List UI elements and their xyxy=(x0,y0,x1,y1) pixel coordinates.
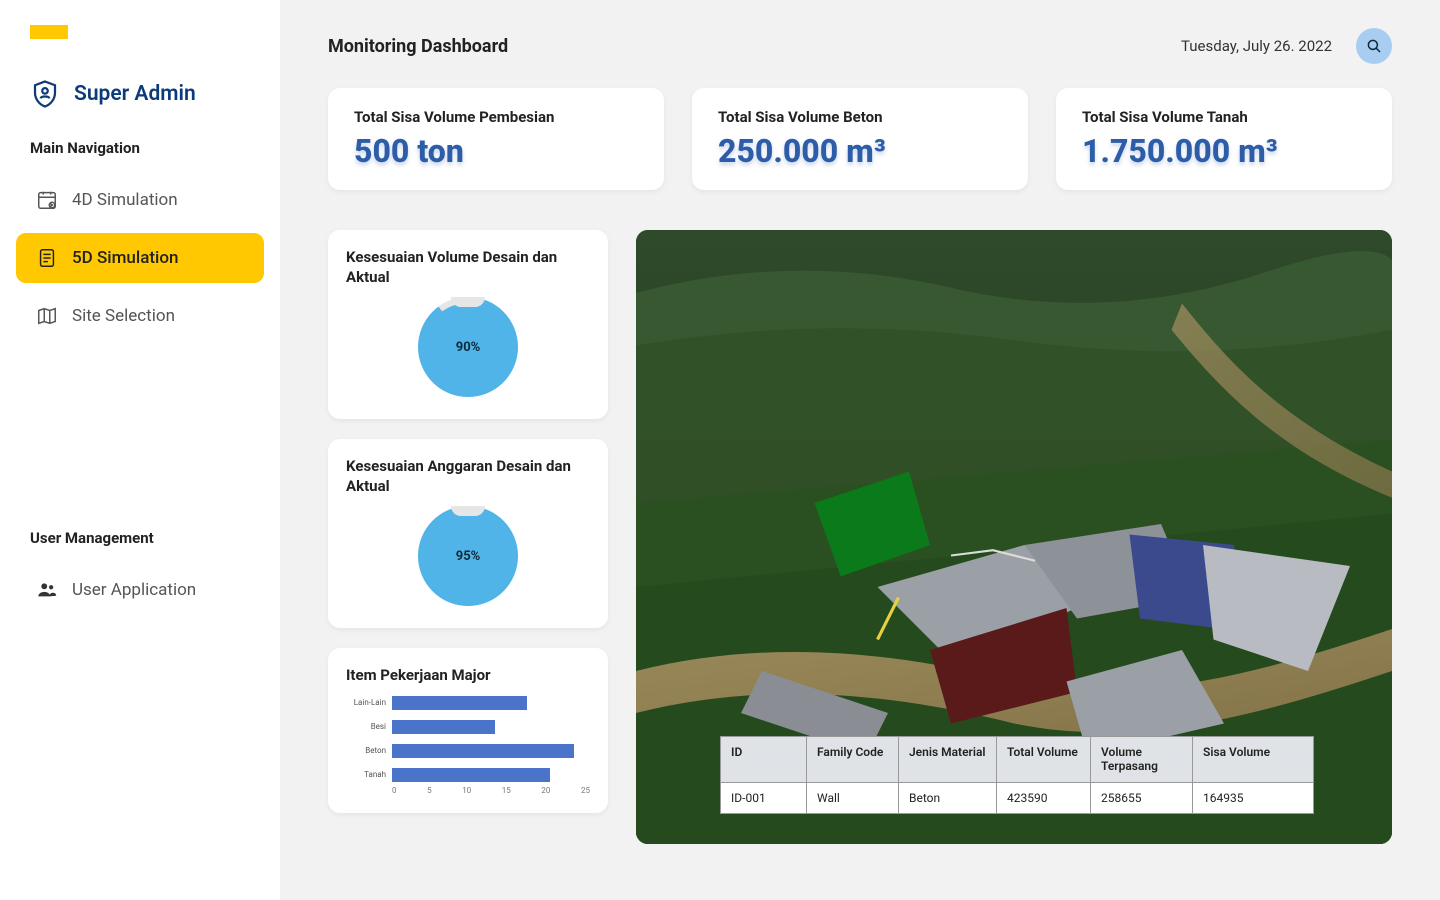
bar-row: Besi xyxy=(346,720,590,734)
bar-track xyxy=(392,696,590,710)
nav-section-main-header: Main Navigation xyxy=(0,139,280,157)
users-icon xyxy=(36,579,58,601)
document-stack-icon xyxy=(36,247,58,269)
bar-category-label: Beton xyxy=(346,746,386,755)
th-jenis-material: Jenis Material xyxy=(899,737,997,783)
axis-tick: 25 xyxy=(581,786,590,795)
axis-tick: 20 xyxy=(541,786,550,795)
sidebar-item-site-selection[interactable]: Site Selection xyxy=(16,291,264,341)
bar-fill xyxy=(392,720,495,734)
search-button[interactable] xyxy=(1356,28,1392,64)
bar-chart-card: Item Pekerjaan Major Lain-Lain Besi Beton T… xyxy=(328,648,608,813)
th-sisa-volume: Sisa Volume xyxy=(1193,737,1313,783)
gauge-anggaran: 95% xyxy=(418,506,518,606)
th-total-volume: Total Volume xyxy=(997,737,1091,783)
gauge-volume: 90% xyxy=(418,297,518,397)
search-icon xyxy=(1365,37,1383,55)
table-header-row: ID Family Code Jenis Material Total Volu… xyxy=(721,737,1313,783)
sidebar-item-4d-simulation[interactable]: 4D Simulation xyxy=(16,175,264,225)
axis-tick: 15 xyxy=(502,786,511,795)
sidebar-item-5d-simulation[interactable]: 5D Simulation xyxy=(16,233,264,283)
bar-track xyxy=(392,744,590,758)
td-id: ID-001 xyxy=(721,783,807,813)
stat-card-tanah: Total Sisa Volume Tanah 1.750.000 m³ xyxy=(1056,88,1392,190)
axis-tick: 10 xyxy=(462,786,471,795)
stats-row: Total Sisa Volume Pembesian 500 ton Tota… xyxy=(328,88,1392,190)
stat-label: Total Sisa Volume Beton xyxy=(718,108,1002,126)
th-id: ID xyxy=(721,737,807,783)
sidebar: Super Admin Main Navigation 4D Simulatio… xyxy=(0,0,280,900)
sidebar-item-label: User Application xyxy=(72,580,196,600)
main: Monitoring Dashboard Tuesday, July 26. 2… xyxy=(280,0,1440,900)
user-shield-icon xyxy=(30,79,60,109)
bar-category-label: Lain-Lain xyxy=(346,698,386,707)
stat-value: 1.750.000 m³ xyxy=(1082,132,1366,170)
bar-fill xyxy=(392,696,527,710)
td-family-code: Wall xyxy=(807,783,899,813)
td-volume-terpasang: 258655 xyxy=(1091,783,1193,813)
logo xyxy=(30,25,68,39)
bar-chart-axis: 0 5 10 15 20 25 xyxy=(346,786,590,795)
sidebar-item-label: 4D Simulation xyxy=(72,190,178,210)
topbar: Monitoring Dashboard Tuesday, July 26. 2… xyxy=(328,28,1392,64)
date-label: Tuesday, July 26. 2022 xyxy=(1181,37,1332,55)
stat-value: 250.000 m³ xyxy=(718,132,1002,170)
td-jenis-material: Beton xyxy=(899,783,997,813)
th-volume-terpasang: Volume Terpasang xyxy=(1091,737,1193,783)
user-block: Super Admin xyxy=(0,79,280,109)
stat-card-beton: Total Sisa Volume Beton 250.000 m³ xyxy=(692,88,1028,190)
gauge-card-volume: Kesesuaian Volume Desain dan Aktual 90% xyxy=(328,230,608,419)
map-icon xyxy=(36,305,58,327)
stat-label: Total Sisa Volume Tanah xyxy=(1082,108,1366,126)
stat-label: Total Sisa Volume Pembesian xyxy=(354,108,638,126)
bar-row: Lain-Lain xyxy=(346,696,590,710)
stat-card-pembesian: Total Sisa Volume Pembesian 500 ton xyxy=(328,88,664,190)
bar-fill xyxy=(392,768,550,782)
axis-tick: 5 xyxy=(427,786,432,795)
nav-section-user-mgmt-header: User Management xyxy=(0,529,280,547)
user-role-label: Super Admin xyxy=(74,82,196,106)
sidebar-item-label: 5D Simulation xyxy=(72,248,178,268)
bar-row: Tanah xyxy=(346,768,590,782)
bar-category-label: Besi xyxy=(346,722,386,731)
table-row: ID-001 Wall Beton 423590 258655 164935 xyxy=(721,783,1313,813)
bar-fill xyxy=(392,744,574,758)
td-total-volume: 423590 xyxy=(997,783,1091,813)
gauge-title: Kesesuaian Anggaran Desain dan Aktual xyxy=(346,457,590,496)
sidebar-item-label: Site Selection xyxy=(72,306,175,326)
gauge-card-anggaran: Kesesuaian Anggaran Desain dan Aktual 95… xyxy=(328,439,608,628)
gauge-title: Kesesuaian Volume Desain dan Aktual xyxy=(346,248,590,287)
bar-row: Beton xyxy=(346,744,590,758)
axis-tick: 0 xyxy=(392,786,397,795)
gauge-percent-label: 95% xyxy=(456,549,481,564)
calendar-play-icon xyxy=(36,189,58,211)
bar-chart: Lain-Lain Besi Beton Tanah xyxy=(346,696,590,782)
th-family-code: Family Code xyxy=(807,737,899,783)
page-title: Monitoring Dashboard xyxy=(328,36,508,57)
bar-chart-title: Item Pekerjaan Major xyxy=(346,666,590,686)
gauge-percent-label: 90% xyxy=(456,340,481,355)
bar-track xyxy=(392,768,590,782)
stat-value: 500 ton xyxy=(354,132,638,170)
bar-category-label: Tanah xyxy=(346,770,386,779)
sidebar-item-user-application[interactable]: User Application xyxy=(16,565,264,615)
bar-track xyxy=(392,720,590,734)
td-sisa-volume: 164935 xyxy=(1193,783,1313,813)
material-table: ID Family Code Jenis Material Total Volu… xyxy=(720,736,1314,814)
site-3d-visualization[interactable]: ID Family Code Jenis Material Total Volu… xyxy=(636,230,1392,844)
